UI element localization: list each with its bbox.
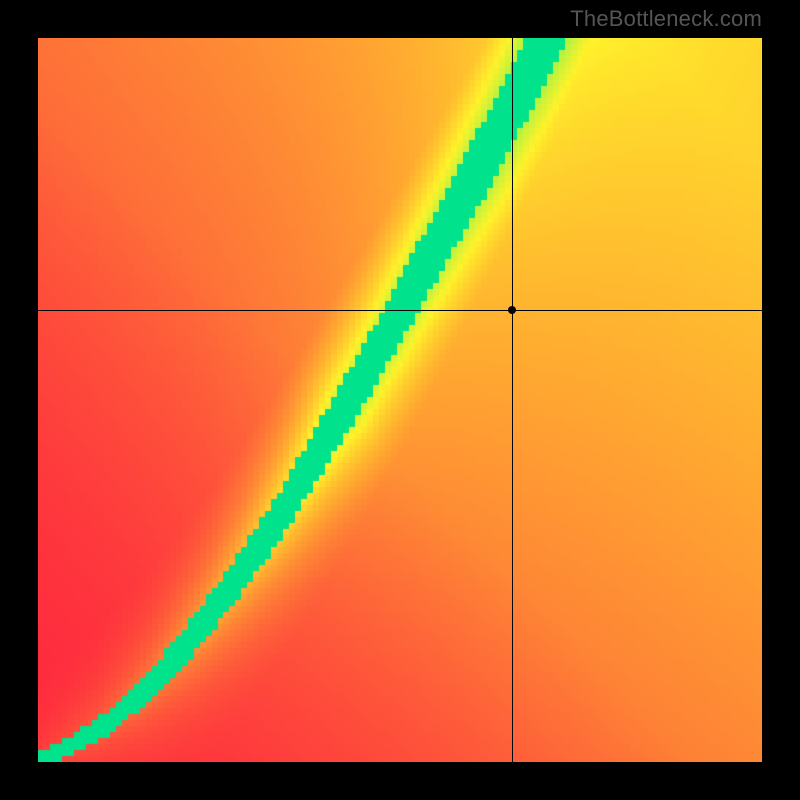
heatmap-plot xyxy=(38,38,762,762)
heatmap-ridge xyxy=(38,38,762,762)
watermark-text: TheBottleneck.com xyxy=(570,6,762,32)
chart-container: TheBottleneck.com xyxy=(0,0,800,800)
